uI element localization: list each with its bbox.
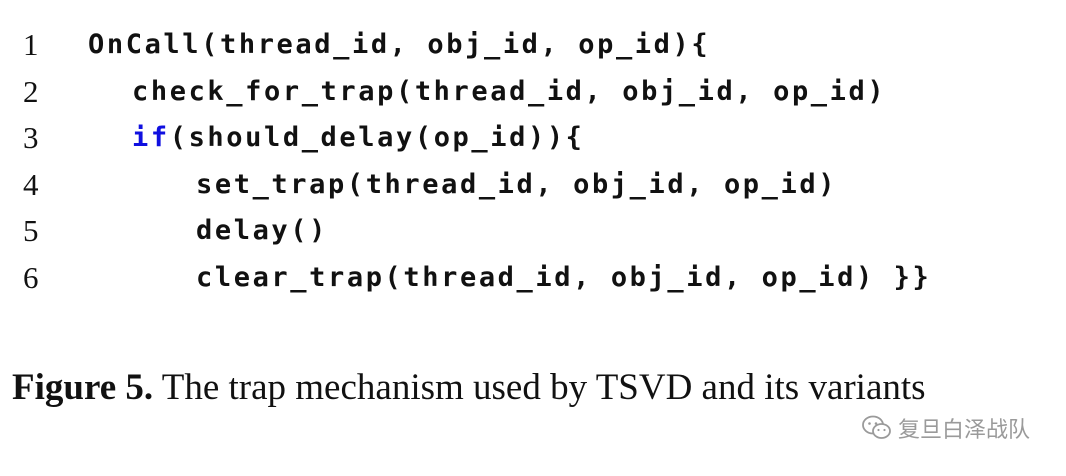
line-number: 1 xyxy=(23,27,39,62)
code-line: 6 clear_trap(thread_id, obj_id, op_id) }… xyxy=(0,255,1066,302)
line-number: 6 xyxy=(23,259,39,295)
code-line: 5 delay() xyxy=(0,208,1066,255)
figure-caption: Figure 5. The trap mechanism used by TSV… xyxy=(12,364,1052,412)
code-line: 2 check_for_trap(thread_id, obj_id, op_i… xyxy=(0,69,1066,116)
keyword-if: if xyxy=(132,122,170,153)
watermark: 复旦白泽战队 xyxy=(862,412,1030,444)
code-line: 3 if(should_delay(op_id)){ xyxy=(0,115,1066,162)
line-number: 5 xyxy=(23,213,39,248)
code-text: if(should_delay(op_id)){ xyxy=(132,115,585,162)
code-text: OnCall(thread_id, obj_id, op_id){ xyxy=(88,29,711,60)
line-number: 2 xyxy=(23,73,39,109)
caption-label: Figure 5. xyxy=(12,367,154,408)
line-number: 3 xyxy=(23,120,39,155)
wechat-icon xyxy=(862,415,891,439)
line-number: 4 xyxy=(23,166,39,202)
code-listing: 1 OnCall(thread_id, obj_id, op_id){ 2 ch… xyxy=(0,22,1066,301)
code-line: 4 set_trap(thread_id, obj_id, op_id) xyxy=(0,162,1066,209)
code-line: 1 OnCall(thread_id, obj_id, op_id){ xyxy=(0,22,1066,69)
code-text: check_for_trap(thread_id, obj_id, op_id) xyxy=(132,75,887,107)
code-text: set_trap(thread_id, obj_id, op_id) xyxy=(196,168,838,200)
watermark-text: 复旦白泽战队 xyxy=(897,418,1030,443)
code-text: delay() xyxy=(196,215,328,246)
code-text: clear_trap(thread_id, obj_id, op_id) }} xyxy=(196,261,932,293)
code-text-rest: (should_delay(op_id)){ xyxy=(169,122,585,153)
caption-text: The trap mechanism used by TSVD and its … xyxy=(161,367,926,408)
